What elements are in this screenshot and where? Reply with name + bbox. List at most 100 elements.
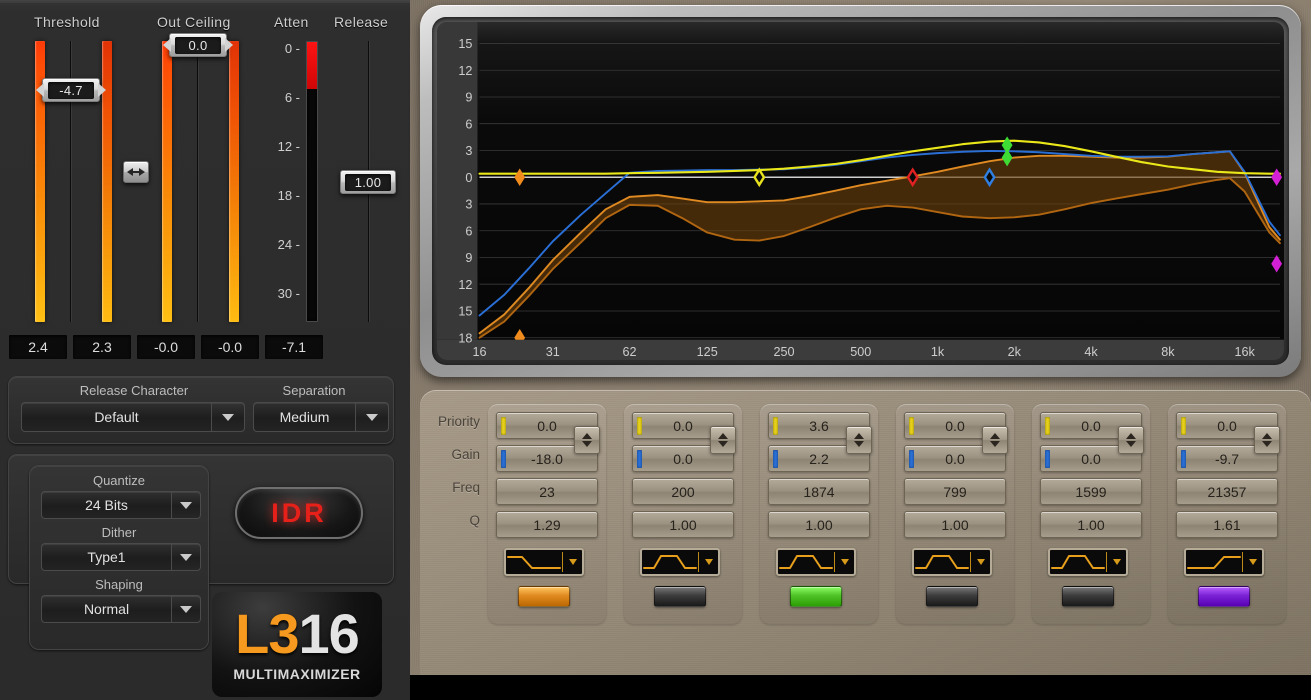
svg-text:12: 12 [458, 278, 472, 292]
quantize-dropdown-arrow[interactable] [171, 491, 201, 519]
out-ceiling-fader-track[interactable] [197, 41, 199, 322]
band-1-shape-select[interactable] [504, 548, 584, 576]
eq-graph[interactable]: 151296303691215181631621252505001k2k4k8k… [437, 22, 1284, 360]
svg-text:3: 3 [465, 144, 472, 158]
bell-icon [914, 551, 970, 573]
low-shelf-icon [506, 551, 562, 573]
bell-icon [778, 551, 834, 573]
shaping-dropdown-arrow[interactable] [171, 595, 201, 623]
band-4-q-value: 1.00 [941, 517, 968, 533]
svg-text:12: 12 [458, 64, 472, 78]
plugin-window: Threshold Out Ceiling Atten Release -4.7 [0, 0, 1311, 700]
release-character-select[interactable]: Default [21, 402, 245, 432]
shaping-select[interactable]: Normal [41, 595, 201, 623]
quantize-value: 24 Bits [41, 491, 171, 519]
band-6-shape-select[interactable] [1184, 548, 1264, 576]
release-section: Release Character Separation Default Med… [8, 376, 394, 444]
band-2-enable-led[interactable] [654, 586, 706, 607]
band-column-2: 0.0 0.0 200 1.00 [624, 404, 742, 624]
band-3-shape-select[interactable] [776, 548, 856, 576]
separation-select[interactable]: Medium [253, 402, 389, 432]
band-6-freq-field[interactable]: 21357 [1176, 478, 1278, 505]
band-4-spinner[interactable] [982, 426, 1008, 454]
spinner-up-icon [854, 433, 864, 439]
handle-arrow-left-icon [163, 38, 171, 52]
band-2-freq-field[interactable]: 200 [632, 478, 734, 505]
threshold-label: Threshold [34, 14, 100, 30]
shaping-label: Shaping [31, 577, 207, 592]
band-1-spinner[interactable] [574, 426, 600, 454]
band-column-5: 0.0 0.0 1599 1.00 [1032, 404, 1150, 624]
band-6-shape-dropdown-arrow[interactable] [1243, 559, 1262, 565]
band-1-enable-led[interactable] [518, 586, 570, 607]
band-4-priority-value: 0.0 [945, 418, 964, 434]
band-1-shape-dropdown-arrow[interactable] [563, 559, 582, 565]
band-3-priority-value: 3.6 [809, 418, 828, 434]
band-1-freq-field[interactable]: 23 [496, 478, 598, 505]
spinner-up-icon [990, 433, 1000, 439]
eq-graph-inner-bezel: 151296303691215181631621252505001k2k4k8k… [432, 17, 1289, 365]
band-2-shape-select[interactable] [640, 548, 720, 576]
svg-text:16: 16 [472, 345, 486, 359]
band-5-q-field[interactable]: 1.00 [1040, 511, 1142, 538]
band-6-enable-led[interactable] [1198, 586, 1250, 607]
band-4-shape-select[interactable] [912, 548, 992, 576]
spinner-down-icon [582, 441, 592, 447]
band-4-q-field[interactable]: 1.00 [904, 511, 1006, 538]
band-3-freq-value: 1874 [803, 484, 834, 500]
band-6-spinner[interactable] [1254, 426, 1280, 454]
release-character-value: Default [21, 402, 211, 432]
band-5-enable-led[interactable] [1062, 586, 1114, 607]
spinner-down-icon [1262, 441, 1272, 447]
quantize-label: Quantize [31, 473, 207, 488]
band-4-enable-led[interactable] [926, 586, 978, 607]
out-ceiling-meter-left [162, 41, 172, 322]
band-6-q-field[interactable]: 1.61 [1176, 511, 1278, 538]
atten-tick-12: 12 - [266, 139, 300, 154]
band-5-spinner[interactable] [1118, 426, 1144, 454]
priority-indicator [637, 417, 642, 435]
band-4-freq-field[interactable]: 799 [904, 478, 1006, 505]
svg-text:4k: 4k [1084, 345, 1098, 359]
band-2-shape-dropdown-arrow[interactable] [699, 559, 718, 565]
band-3-enable-led[interactable] [790, 586, 842, 607]
out-ceiling-fader-handle[interactable]: 0.0 [169, 33, 227, 57]
quantize-select[interactable]: 24 Bits [41, 491, 201, 519]
band-6-priority-value: 0.0 [1217, 418, 1236, 434]
release-fader-handle[interactable]: 1.00 [340, 170, 396, 194]
band-3-q-field[interactable]: 1.00 [768, 511, 870, 538]
atten-meter [306, 41, 318, 322]
spinner-down-icon [854, 441, 864, 447]
dither-select[interactable]: Type1 [41, 543, 201, 571]
band-2-q-field[interactable]: 1.00 [632, 511, 734, 538]
band-3-freq-field[interactable]: 1874 [768, 478, 870, 505]
idr-toggle-button[interactable]: IDR [235, 487, 363, 539]
separation-dropdown-arrow[interactable] [355, 402, 389, 432]
link-faders-button[interactable] [123, 161, 149, 183]
svg-text:31: 31 [546, 345, 560, 359]
band-3-spinner[interactable] [846, 426, 872, 454]
dither-dropdown-arrow[interactable] [171, 543, 201, 571]
eq-graph-labels: 151296303691215181631621252505001k2k4k8k… [437, 22, 1284, 360]
chevron-down-icon [841, 559, 849, 565]
band-5-freq-field[interactable]: 1599 [1040, 478, 1142, 505]
band-5-shape-select[interactable] [1048, 548, 1128, 576]
gain-indicator [1045, 450, 1050, 468]
release-character-dropdown-arrow[interactable] [211, 402, 245, 432]
spinner-down-icon [1126, 441, 1136, 447]
svg-text:125: 125 [697, 345, 718, 359]
high-shelf-icon [1186, 551, 1242, 573]
band-1-freq-value: 23 [539, 484, 555, 500]
chevron-down-icon [1249, 559, 1257, 565]
threshold-fader-handle[interactable]: -4.7 [42, 78, 100, 102]
band-6-q-value: 1.61 [1213, 517, 1240, 533]
plugin-logo: L316 MULTIMAXIMIZER [212, 592, 382, 697]
handle-arrow-right-icon [225, 38, 233, 52]
band-2-spinner[interactable] [710, 426, 736, 454]
svg-text:500: 500 [850, 345, 871, 359]
band-4-shape-dropdown-arrow[interactable] [971, 559, 990, 565]
band-3-shape-dropdown-arrow[interactable] [835, 559, 854, 565]
band-5-shape-dropdown-arrow[interactable] [1107, 559, 1126, 565]
svg-text:0: 0 [465, 171, 472, 185]
band-1-q-field[interactable]: 1.29 [496, 511, 598, 538]
